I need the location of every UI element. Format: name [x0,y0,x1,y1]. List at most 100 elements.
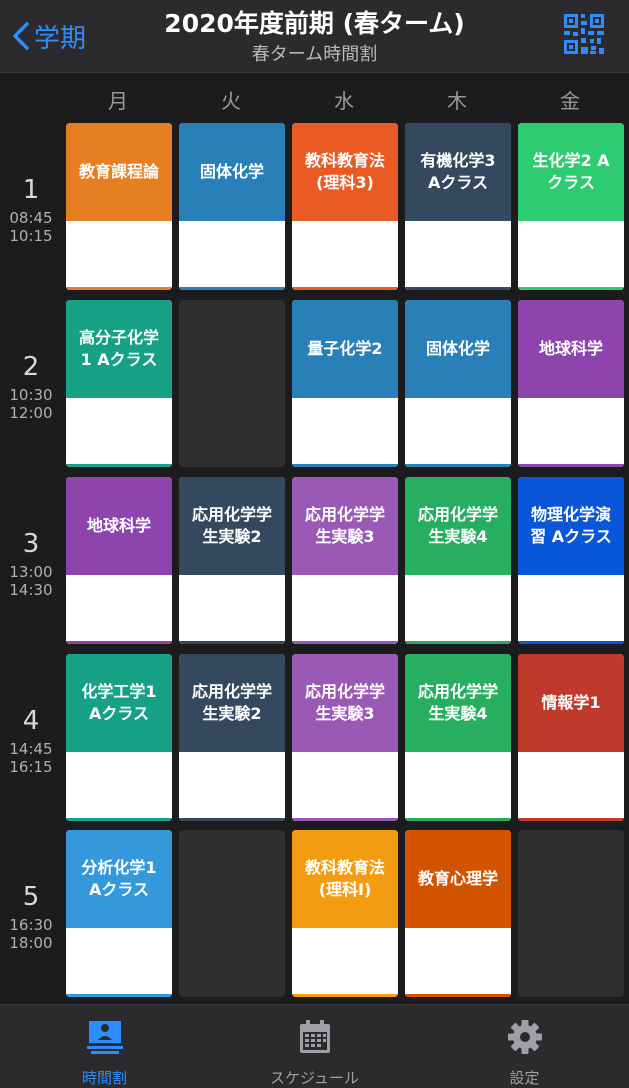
course-name: 高分子化学 1 Aクラス [66,300,172,398]
tab-bar: 時間割 スケジュール 設定 [0,1004,629,1088]
timetable-icon [86,1021,123,1054]
weekday-mon: 月 [108,89,128,113]
course-name: 応用化学学 生実験2 [179,654,285,752]
course-cell[interactable]: 教育心理学 [405,830,511,997]
tab-timetable[interactable]: 時間割 [0,1005,209,1088]
course-color-stripe [292,818,398,821]
course-cell[interactable]: 応用化学学 生実験2 [179,654,285,821]
course-color-stripe [179,818,285,821]
course-name: 応用化学学 生実験2 [179,477,285,575]
course-cell[interactable]: 応用化学学 生実験3 [292,654,398,821]
course-detail-area [66,928,172,997]
course-cell[interactable]: 教科教育法 (理科3) [292,123,398,290]
course-name: 固体化学 [405,300,511,398]
course-color-stripe [405,818,511,821]
course-detail-area [292,752,398,821]
course-detail-area [179,752,285,821]
weekday-thu: 木 [447,89,467,113]
course-detail-area [179,575,285,644]
qr-code-icon[interactable] [564,14,604,54]
course-name: 物理化学演 習 Aクラス [518,477,624,575]
course-detail-area [518,398,624,467]
period-label: 2 10:30 12:00 [0,352,62,422]
course-cell[interactable]: 地球科学 [518,300,624,467]
course-cell[interactable]: 応用化学学 生実験4 [405,477,511,644]
period-label: 1 08:45 10:15 [0,175,62,245]
period-number: 4 [22,706,40,736]
period-label: 3 13:00 14:30 [0,529,62,599]
course-name: 教育課程論 [66,123,172,221]
course-color-stripe [405,994,511,997]
period-end-time: 12:00 [9,404,53,422]
course-detail-area [66,221,172,290]
tab-timetable-label: 時間割 [81,1069,127,1087]
period-number: 2 [22,352,40,382]
course-cell[interactable]: 応用化学学 生実験4 [405,654,511,821]
page-title: 2020年度前期 (春ターム) [164,9,465,38]
course-cell[interactable]: 高分子化学 1 Aクラス [66,300,172,467]
gear-icon [507,1020,542,1054]
course-color-stripe [66,287,172,290]
course-name: 量子化学2 [292,300,398,398]
period-start-time: 10:30 [9,386,53,404]
course-detail-area [66,575,172,644]
course-name: 地球科学 [66,477,172,575]
course-detail-area [292,221,398,290]
course-cell[interactable]: 固体化学 [179,123,285,290]
course-cell[interactable]: 教科教育法 (理科I) [292,830,398,997]
course-color-stripe [518,818,624,821]
empty-cell[interactable] [179,830,285,997]
course-cell[interactable]: 応用化学学 生実験2 [179,477,285,644]
course-detail-area [292,398,398,467]
course-color-stripe [405,287,511,290]
course-color-stripe [292,994,398,997]
course-name: 応用化学学 生実験4 [405,477,511,575]
course-name: 固体化学 [179,123,285,221]
course-name: 有機化学3 Aクラス [405,123,511,221]
course-cell[interactable]: 応用化学学 生実験3 [292,477,398,644]
page-subtitle: 春ターム時間割 [251,44,378,65]
course-cell[interactable]: 固体化学 [405,300,511,467]
course-cell[interactable]: 情報学1 [518,654,624,821]
weekday-header: 月 火 水 木 金 [0,73,629,121]
course-detail-area [518,752,624,821]
course-name: 生化学2 A クラス [518,123,624,221]
tab-settings[interactable]: 設定 [420,1005,629,1088]
period-end-time: 14:30 [9,581,53,599]
course-cell[interactable]: 有機化学3 Aクラス [405,123,511,290]
course-detail-area [518,575,624,644]
period-number: 1 [22,175,40,205]
course-cell[interactable]: 物理化学演 習 Aクラス [518,477,624,644]
tab-schedule[interactable]: スケジュール [210,1005,419,1088]
period-end-time: 10:15 [9,227,53,245]
period-number: 5 [22,882,40,912]
period-start-time: 16:30 [9,916,53,934]
weekday-wed: 水 [334,89,354,113]
navigation-bar: 学期 2020年度前期 (春ターム) 春ターム時間割 [0,0,629,73]
course-detail-area [405,752,511,821]
course-detail-area [292,928,398,997]
course-cell[interactable]: 化学工学1 Aクラス [66,654,172,821]
course-detail-area [292,575,398,644]
course-cell[interactable]: 量子化学2 [292,300,398,467]
course-detail-area [405,398,511,467]
course-name: 応用化学学 生実験4 [405,654,511,752]
empty-cell[interactable] [179,300,285,467]
course-color-stripe [179,641,285,644]
period-number: 3 [22,529,40,559]
course-cell[interactable]: 教育課程論 [66,123,172,290]
period-end-time: 18:00 [9,934,53,952]
course-detail-area [66,398,172,467]
tab-schedule-label: スケジュール [270,1069,359,1087]
course-cell[interactable]: 分析化学1 Aクラス [66,830,172,997]
course-color-stripe [66,464,172,467]
weekday-tue: 火 [221,89,241,113]
course-color-stripe [518,287,624,290]
course-cell[interactable]: 地球科学 [66,477,172,644]
empty-cell[interactable] [518,830,624,997]
tab-settings-label: 設定 [509,1069,540,1087]
course-cell[interactable]: 生化学2 A クラス [518,123,624,290]
course-color-stripe [292,287,398,290]
course-name: 教育心理学 [405,830,511,928]
course-color-stripe [518,641,624,644]
